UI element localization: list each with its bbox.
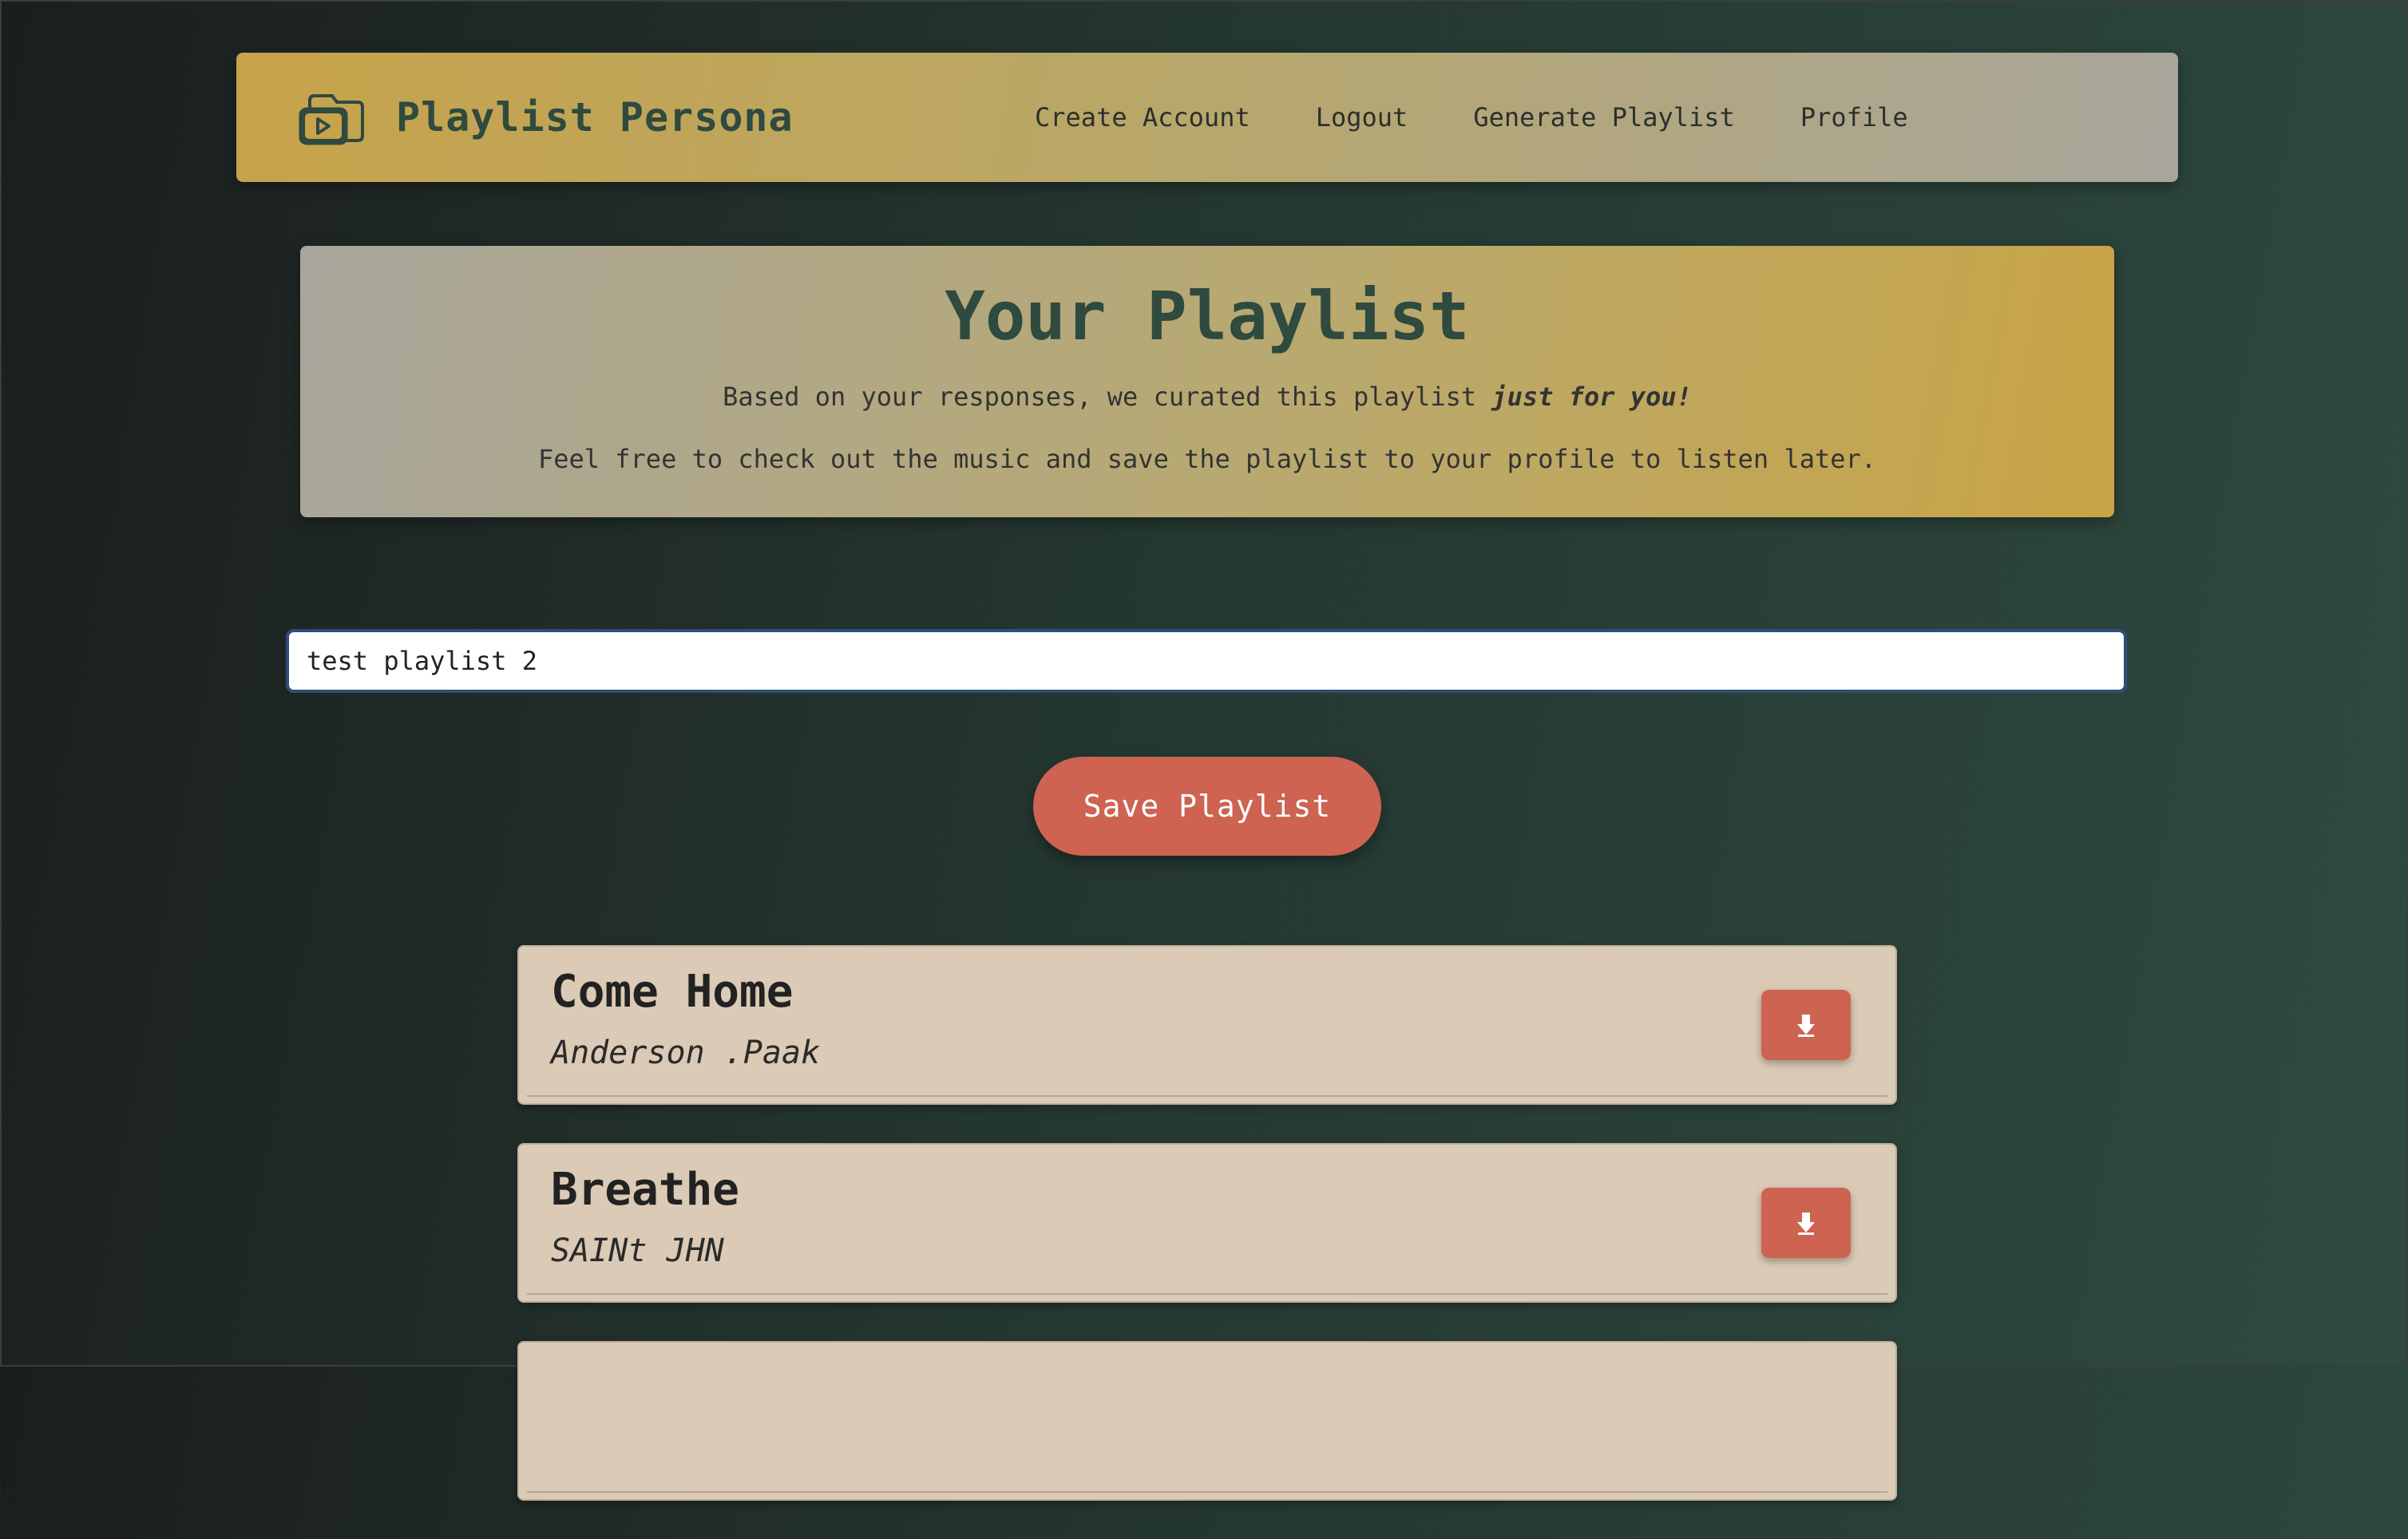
song-download-button[interactable] bbox=[1761, 1188, 1851, 1258]
download-arrow-icon bbox=[1797, 1213, 1815, 1235]
song-artist: Anderson .Paak bbox=[551, 1035, 821, 1071]
song-download-button[interactable] bbox=[1761, 990, 1851, 1060]
nav-links: Create Account Logout Generate Playlist … bbox=[1035, 53, 1908, 182]
hero-intro-prefix: Based on your responses, we curated this… bbox=[723, 382, 1492, 413]
navbar: Playlist Persona Create Account Logout G… bbox=[236, 53, 2178, 182]
hero-instructions-text: Feel free to check out the music and sav… bbox=[537, 444, 1877, 475]
nav-link-logout[interactable]: Logout bbox=[1316, 102, 1408, 133]
song-card-partial bbox=[517, 1341, 1897, 1501]
playlist-name-input[interactable] bbox=[286, 629, 2127, 693]
save-playlist-button[interactable]: Save Playlist bbox=[1033, 757, 1381, 856]
nav-link-profile[interactable]: Profile bbox=[1800, 102, 1908, 133]
hero-intro-text: Based on your responses, we curated this… bbox=[300, 382, 2114, 412]
nav-link-create-account[interactable]: Create Account bbox=[1035, 102, 1250, 133]
song-title: Come Home bbox=[551, 966, 794, 1018]
song-card: Breathe SAINt JHN bbox=[517, 1143, 1897, 1303]
music-folder-play-icon[interactable] bbox=[297, 91, 364, 147]
song-list: Come Home Anderson .Paak Breathe SAINt J… bbox=[517, 945, 1897, 1539]
song-title: Breathe bbox=[551, 1164, 740, 1216]
nav-link-generate-playlist[interactable]: Generate Playlist bbox=[1473, 102, 1735, 133]
playlist-hero-card: Your Playlist Based on your responses, w… bbox=[300, 246, 2114, 517]
download-arrow-icon bbox=[1797, 1015, 1815, 1037]
brand-name[interactable]: Playlist Persona bbox=[396, 53, 794, 182]
song-card: Come Home Anderson .Paak bbox=[517, 945, 1897, 1105]
page-title: Your Playlist bbox=[945, 277, 1470, 355]
song-artist: SAINt JHN bbox=[551, 1232, 724, 1269]
hero-intro-emphasis: just for you! bbox=[1491, 382, 1692, 413]
